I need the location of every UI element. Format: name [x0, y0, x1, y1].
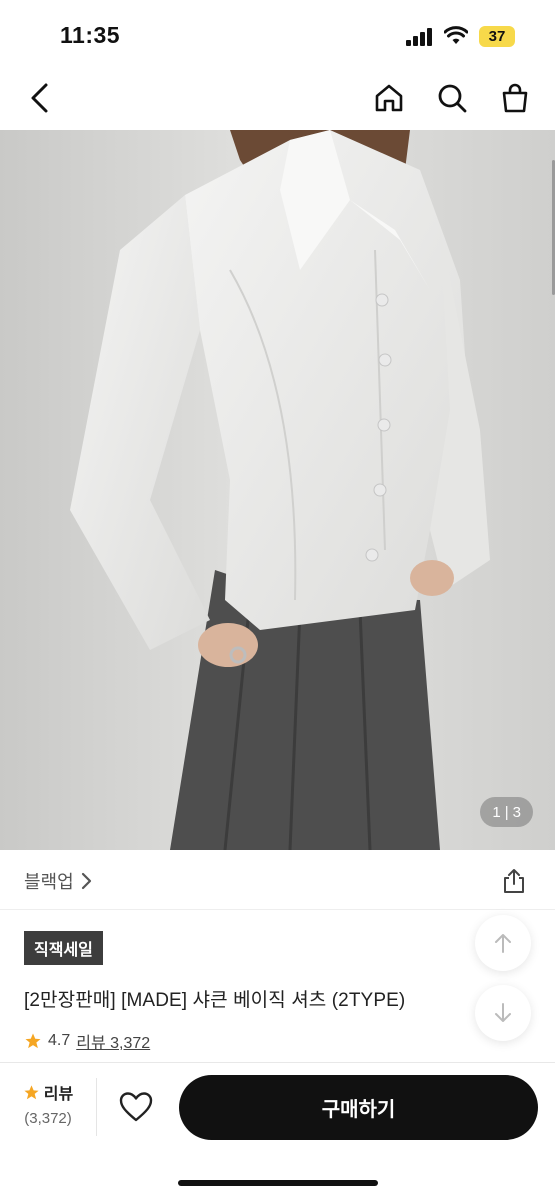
review-link[interactable]: 리뷰 3,372: [76, 1029, 150, 1053]
star-icon: [24, 1084, 39, 1099]
arrow-down-icon: [495, 1003, 511, 1022]
bag-icon: [502, 83, 528, 113]
image-counter: 1 | 3: [480, 797, 533, 827]
arrow-up-icon: [495, 934, 511, 953]
review-summary-button[interactable]: 리뷰 (3,372): [12, 1080, 84, 1140]
rating-row: 4.7 리뷰 3,372: [24, 1029, 150, 1053]
image-counter-total: 3: [512, 803, 521, 821]
brand-link[interactable]: 블랙업: [24, 868, 94, 894]
product-photo: [0, 130, 555, 850]
back-icon: [31, 83, 48, 113]
bottom-separator: [96, 1078, 97, 1136]
heart-icon: [119, 1092, 153, 1122]
home-icon: [375, 84, 403, 112]
review-label: 리뷰: [43, 1086, 74, 1103]
wifi-icon: [444, 26, 468, 44]
search-button[interactable]: [433, 79, 471, 117]
scroll-down-button[interactable]: [475, 985, 531, 1041]
divider: [0, 909, 555, 910]
cart-button[interactable]: [496, 79, 534, 117]
image-counter-separator: |: [504, 803, 509, 821]
review-count: (3,372): [24, 1110, 72, 1127]
scroll-up-button[interactable]: [475, 915, 531, 971]
signal-icon: [406, 28, 432, 46]
share-icon: [504, 869, 524, 893]
home-indicator: [178, 1180, 378, 1186]
product-image[interactable]: [0, 130, 555, 850]
chevron-right-icon: [81, 872, 91, 890]
share-button[interactable]: [500, 867, 528, 895]
status-time: 11:35: [60, 22, 121, 48]
sale-badge: 직잭세일: [24, 931, 103, 965]
search-icon: [438, 84, 467, 113]
image-counter-current: 1: [492, 803, 501, 821]
home-button[interactable]: [370, 79, 408, 117]
back-button[interactable]: [22, 80, 58, 116]
product-title: [2만장판매] [MADE] 샤큰 베이직 셔츠 (2TYPE): [24, 990, 406, 1011]
bottom-bar-divider: [0, 1062, 555, 1063]
like-button[interactable]: [116, 1087, 156, 1127]
star-icon: [25, 1033, 41, 1049]
battery-indicator: 37: [479, 26, 515, 47]
buy-button[interactable]: 구매하기: [179, 1075, 538, 1140]
rating-value: 4.7: [48, 1032, 71, 1049]
brand-name: 블랙업: [24, 872, 74, 892]
